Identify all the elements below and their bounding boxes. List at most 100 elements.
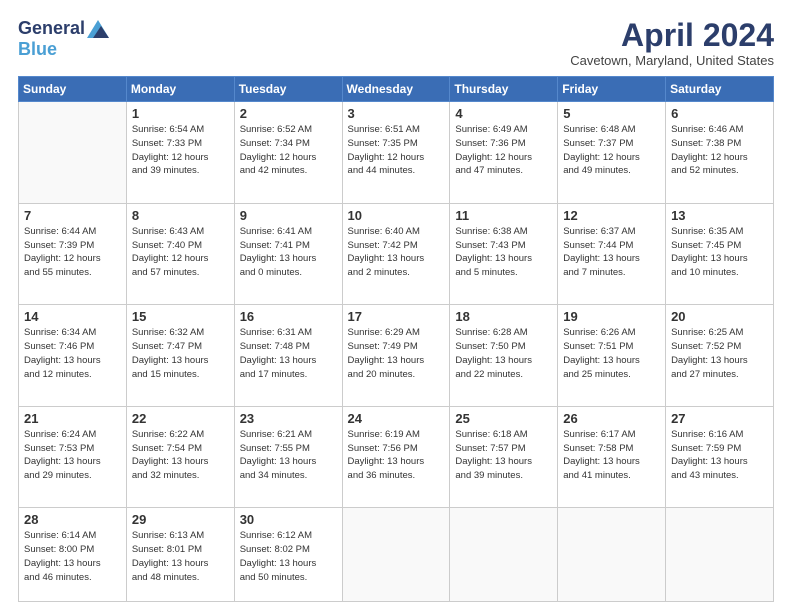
day-detail: Sunrise: 6:19 AMSunset: 7:56 PMDaylight:… [348, 428, 445, 483]
table-row [558, 508, 666, 602]
day-number: 3 [348, 106, 445, 121]
day-detail: Sunrise: 6:43 AMSunset: 7:40 PMDaylight:… [132, 225, 229, 280]
month-title: April 2024 [570, 18, 774, 53]
page: General Blue April 2024 Cavetown, Maryla… [0, 0, 792, 612]
table-row: 16 Sunrise: 6:31 AMSunset: 7:48 PMDaylig… [234, 305, 342, 407]
day-detail: Sunrise: 6:18 AMSunset: 7:57 PMDaylight:… [455, 428, 552, 483]
header-saturday: Saturday [666, 77, 774, 102]
day-detail: Sunrise: 6:54 AMSunset: 7:33 PMDaylight:… [132, 123, 229, 178]
day-number: 24 [348, 411, 445, 426]
header-wednesday: Wednesday [342, 77, 450, 102]
header-sunday: Sunday [19, 77, 127, 102]
day-number: 10 [348, 208, 445, 223]
table-row [19, 102, 127, 204]
day-number: 5 [563, 106, 660, 121]
calendar-table: Sunday Monday Tuesday Wednesday Thursday… [18, 76, 774, 602]
day-number: 21 [24, 411, 121, 426]
day-number: 12 [563, 208, 660, 223]
table-row: 25 Sunrise: 6:18 AMSunset: 7:57 PMDaylig… [450, 406, 558, 508]
table-row: 2 Sunrise: 6:52 AMSunset: 7:34 PMDayligh… [234, 102, 342, 204]
day-number: 13 [671, 208, 768, 223]
day-number: 8 [132, 208, 229, 223]
day-number: 2 [240, 106, 337, 121]
day-number: 11 [455, 208, 552, 223]
table-row: 24 Sunrise: 6:19 AMSunset: 7:56 PMDaylig… [342, 406, 450, 508]
day-detail: Sunrise: 6:32 AMSunset: 7:47 PMDaylight:… [132, 326, 229, 381]
day-detail: Sunrise: 6:38 AMSunset: 7:43 PMDaylight:… [455, 225, 552, 280]
header: General Blue April 2024 Cavetown, Maryla… [18, 18, 774, 68]
table-row: 29 Sunrise: 6:13 AMSunset: 8:01 PMDaylig… [126, 508, 234, 602]
day-number: 20 [671, 309, 768, 324]
day-detail: Sunrise: 6:31 AMSunset: 7:48 PMDaylight:… [240, 326, 337, 381]
day-detail: Sunrise: 6:29 AMSunset: 7:49 PMDaylight:… [348, 326, 445, 381]
table-row: 18 Sunrise: 6:28 AMSunset: 7:50 PMDaylig… [450, 305, 558, 407]
table-row: 28 Sunrise: 6:14 AMSunset: 8:00 PMDaylig… [19, 508, 127, 602]
day-detail: Sunrise: 6:44 AMSunset: 7:39 PMDaylight:… [24, 225, 121, 280]
day-number: 14 [24, 309, 121, 324]
table-row: 7 Sunrise: 6:44 AMSunset: 7:39 PMDayligh… [19, 203, 127, 305]
day-number: 15 [132, 309, 229, 324]
day-detail: Sunrise: 6:17 AMSunset: 7:58 PMDaylight:… [563, 428, 660, 483]
logo-general: General [18, 18, 85, 39]
day-detail: Sunrise: 6:21 AMSunset: 7:55 PMDaylight:… [240, 428, 337, 483]
day-detail: Sunrise: 6:52 AMSunset: 7:34 PMDaylight:… [240, 123, 337, 178]
day-detail: Sunrise: 6:35 AMSunset: 7:45 PMDaylight:… [671, 225, 768, 280]
day-detail: Sunrise: 6:51 AMSunset: 7:35 PMDaylight:… [348, 123, 445, 178]
table-row: 20 Sunrise: 6:25 AMSunset: 7:52 PMDaylig… [666, 305, 774, 407]
table-row: 15 Sunrise: 6:32 AMSunset: 7:47 PMDaylig… [126, 305, 234, 407]
table-row: 4 Sunrise: 6:49 AMSunset: 7:36 PMDayligh… [450, 102, 558, 204]
table-row: 17 Sunrise: 6:29 AMSunset: 7:49 PMDaylig… [342, 305, 450, 407]
table-row: 30 Sunrise: 6:12 AMSunset: 8:02 PMDaylig… [234, 508, 342, 602]
day-detail: Sunrise: 6:28 AMSunset: 7:50 PMDaylight:… [455, 326, 552, 381]
table-row [666, 508, 774, 602]
day-detail: Sunrise: 6:25 AMSunset: 7:52 PMDaylight:… [671, 326, 768, 381]
day-number: 7 [24, 208, 121, 223]
day-detail: Sunrise: 6:26 AMSunset: 7:51 PMDaylight:… [563, 326, 660, 381]
table-row: 26 Sunrise: 6:17 AMSunset: 7:58 PMDaylig… [558, 406, 666, 508]
day-detail: Sunrise: 6:13 AMSunset: 8:01 PMDaylight:… [132, 529, 229, 584]
day-detail: Sunrise: 6:49 AMSunset: 7:36 PMDaylight:… [455, 123, 552, 178]
table-row: 14 Sunrise: 6:34 AMSunset: 7:46 PMDaylig… [19, 305, 127, 407]
day-number: 16 [240, 309, 337, 324]
day-detail: Sunrise: 6:37 AMSunset: 7:44 PMDaylight:… [563, 225, 660, 280]
day-number: 1 [132, 106, 229, 121]
day-number: 27 [671, 411, 768, 426]
weekday-header-row: Sunday Monday Tuesday Wednesday Thursday… [19, 77, 774, 102]
logo: General Blue [18, 18, 109, 60]
table-row: 22 Sunrise: 6:22 AMSunset: 7:54 PMDaylig… [126, 406, 234, 508]
table-row: 19 Sunrise: 6:26 AMSunset: 7:51 PMDaylig… [558, 305, 666, 407]
day-number: 26 [563, 411, 660, 426]
table-row: 1 Sunrise: 6:54 AMSunset: 7:33 PMDayligh… [126, 102, 234, 204]
day-number: 18 [455, 309, 552, 324]
table-row [342, 508, 450, 602]
table-row: 3 Sunrise: 6:51 AMSunset: 7:35 PMDayligh… [342, 102, 450, 204]
header-thursday: Thursday [450, 77, 558, 102]
day-detail: Sunrise: 6:22 AMSunset: 7:54 PMDaylight:… [132, 428, 229, 483]
day-detail: Sunrise: 6:12 AMSunset: 8:02 PMDaylight:… [240, 529, 337, 584]
table-row: 6 Sunrise: 6:46 AMSunset: 7:38 PMDayligh… [666, 102, 774, 204]
day-detail: Sunrise: 6:34 AMSunset: 7:46 PMDaylight:… [24, 326, 121, 381]
day-detail: Sunrise: 6:41 AMSunset: 7:41 PMDaylight:… [240, 225, 337, 280]
table-row: 23 Sunrise: 6:21 AMSunset: 7:55 PMDaylig… [234, 406, 342, 508]
day-number: 22 [132, 411, 229, 426]
day-detail: Sunrise: 6:16 AMSunset: 7:59 PMDaylight:… [671, 428, 768, 483]
header-friday: Friday [558, 77, 666, 102]
table-row [450, 508, 558, 602]
day-detail: Sunrise: 6:40 AMSunset: 7:42 PMDaylight:… [348, 225, 445, 280]
day-number: 19 [563, 309, 660, 324]
day-number: 17 [348, 309, 445, 324]
table-row: 11 Sunrise: 6:38 AMSunset: 7:43 PMDaylig… [450, 203, 558, 305]
day-detail: Sunrise: 6:46 AMSunset: 7:38 PMDaylight:… [671, 123, 768, 178]
day-number: 28 [24, 512, 121, 527]
table-row: 13 Sunrise: 6:35 AMSunset: 7:45 PMDaylig… [666, 203, 774, 305]
table-row: 5 Sunrise: 6:48 AMSunset: 7:37 PMDayligh… [558, 102, 666, 204]
day-detail: Sunrise: 6:14 AMSunset: 8:00 PMDaylight:… [24, 529, 121, 584]
title-block: April 2024 Cavetown, Maryland, United St… [570, 18, 774, 68]
table-row: 9 Sunrise: 6:41 AMSunset: 7:41 PMDayligh… [234, 203, 342, 305]
header-tuesday: Tuesday [234, 77, 342, 102]
table-row: 10 Sunrise: 6:40 AMSunset: 7:42 PMDaylig… [342, 203, 450, 305]
header-monday: Monday [126, 77, 234, 102]
day-number: 4 [455, 106, 552, 121]
table-row: 21 Sunrise: 6:24 AMSunset: 7:53 PMDaylig… [19, 406, 127, 508]
day-number: 9 [240, 208, 337, 223]
